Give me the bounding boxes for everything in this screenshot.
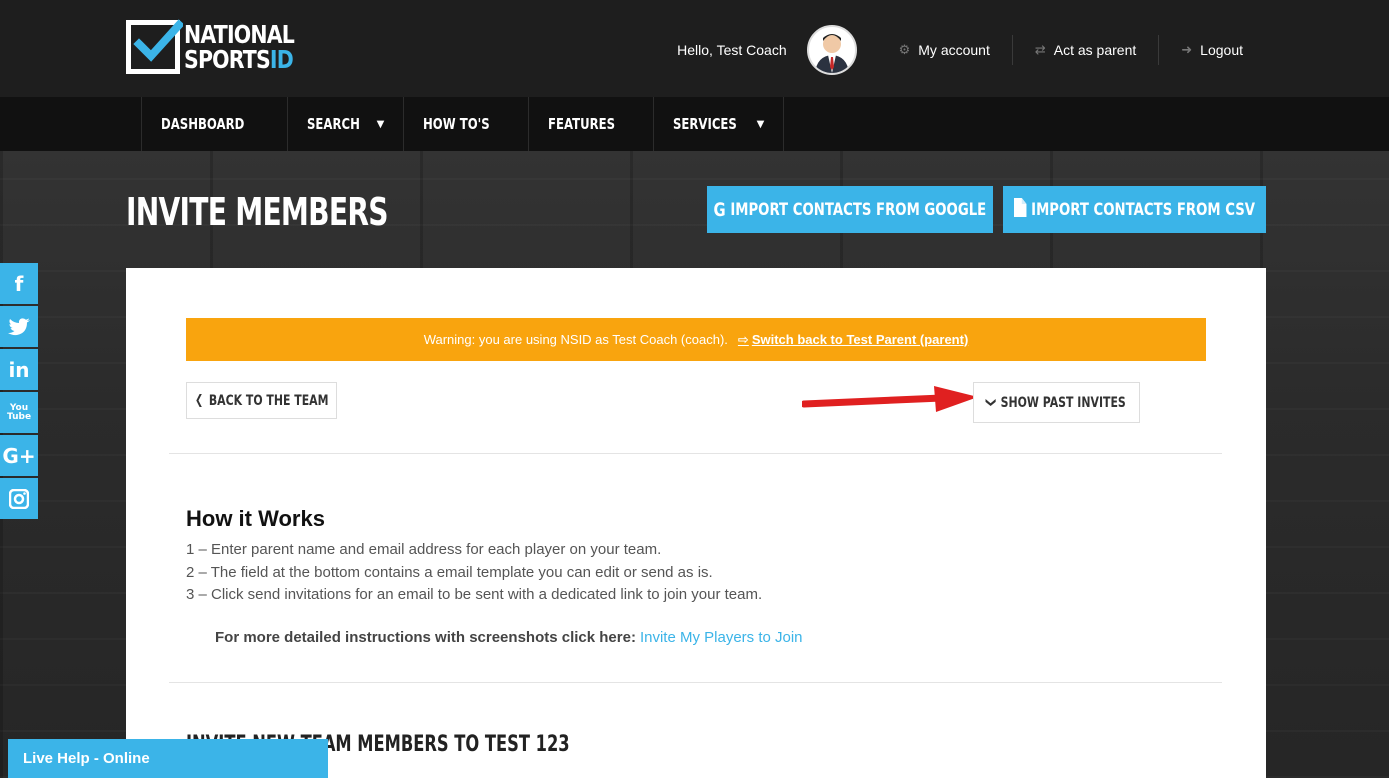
youtube-icon[interactable]: You Tube xyxy=(0,392,38,433)
greeting: Hello, Test Coach xyxy=(677,42,787,58)
page-title: INVITE MEMBERS xyxy=(126,190,389,234)
red-arrow-annotation xyxy=(802,386,978,412)
linkedin-icon[interactable]: in xyxy=(0,349,38,390)
gear-icon: ⚙ xyxy=(898,42,911,57)
import-google-button[interactable]: G IMPORT CONTACTS FROM GOOGLE xyxy=(707,186,993,233)
instruction-step: 2 – The field at the bottom contains a e… xyxy=(186,563,713,581)
avatar[interactable] xyxy=(806,25,857,75)
logo[interactable]: NATIONAL SPORTSID xyxy=(126,19,318,74)
my-account-link[interactable]: ⚙ My account xyxy=(877,35,1012,65)
google-plus-icon[interactable]: G+ xyxy=(0,435,38,476)
checkbox-logo-icon xyxy=(126,19,183,74)
social-sidebar: f in You Tube G+ xyxy=(0,263,38,521)
swap-icon: ⇄ xyxy=(1034,42,1046,57)
invite-players-link[interactable]: Invite My Players to Join xyxy=(640,629,803,646)
divider xyxy=(169,453,1222,454)
divider xyxy=(169,682,1222,683)
logo-text: NATIONAL SPORTSID xyxy=(184,20,295,74)
chevron-left-icon: ❮ xyxy=(194,393,204,408)
more-instructions: For more detailed instructions with scre… xyxy=(215,629,803,646)
instagram-icon[interactable] xyxy=(0,478,38,519)
google-icon: G xyxy=(713,198,726,221)
how-it-works-title: How it Works xyxy=(186,506,325,531)
nav-search[interactable]: SEARCH ▼ xyxy=(286,97,403,151)
twitter-icon[interactable] xyxy=(0,306,38,347)
invite-card: Warning: you are using NSID as Test Coac… xyxy=(126,268,1266,778)
show-past-invites-button[interactable]: ❯ SHOW PAST INVITES xyxy=(973,382,1140,423)
main-nav: DASHBOARD SEARCH ▼ HOW TO'S FEATURES SER… xyxy=(0,97,1389,151)
nav-features[interactable]: FEATURES xyxy=(527,97,653,151)
chevron-down-icon: ❯ xyxy=(985,397,998,408)
live-help-button[interactable]: Live Help - Online xyxy=(8,739,328,778)
nav-services[interactable]: SERVICES ▼ xyxy=(652,97,785,151)
user-area: Hello, Test Coach ⚙ My account ⇄ Act as … xyxy=(677,25,1265,75)
instructions-list: 1 – Enter parent name and email address … xyxy=(186,539,762,607)
act-as-parent-link[interactable]: ⇄ Act as parent xyxy=(1011,35,1158,65)
top-header: NATIONAL SPORTSID Hello, Test Coach ⚙ My… xyxy=(0,0,1389,97)
chevron-down-icon: ▼ xyxy=(376,118,385,130)
import-csv-button[interactable]: IMPORT CONTACTS FROM CSV xyxy=(1003,186,1266,233)
chevron-down-icon: ▼ xyxy=(756,118,765,130)
logout-icon: ➜ xyxy=(1181,42,1193,57)
switch-back-link[interactable]: ⇨ Switch back to Test Parent (parent) xyxy=(738,332,968,348)
logout-link[interactable]: ➜ Logout xyxy=(1158,35,1265,65)
file-icon xyxy=(1013,197,1027,222)
nav-dashboard[interactable]: DASHBOARD xyxy=(141,97,287,151)
instruction-step: 3 – Click send invitations for an email … xyxy=(186,586,763,603)
instruction-step: 1 – Enter parent name and email address … xyxy=(186,541,662,558)
nav-how-tos[interactable]: HOW TO'S xyxy=(403,97,527,151)
facebook-icon[interactable]: f xyxy=(0,263,38,304)
back-to-team-button[interactable]: ❮ BACK TO THE TEAM xyxy=(186,382,337,419)
warning-banner: Warning: you are using NSID as Test Coac… xyxy=(186,318,1206,361)
switch-icon: ⇨ xyxy=(737,331,749,347)
